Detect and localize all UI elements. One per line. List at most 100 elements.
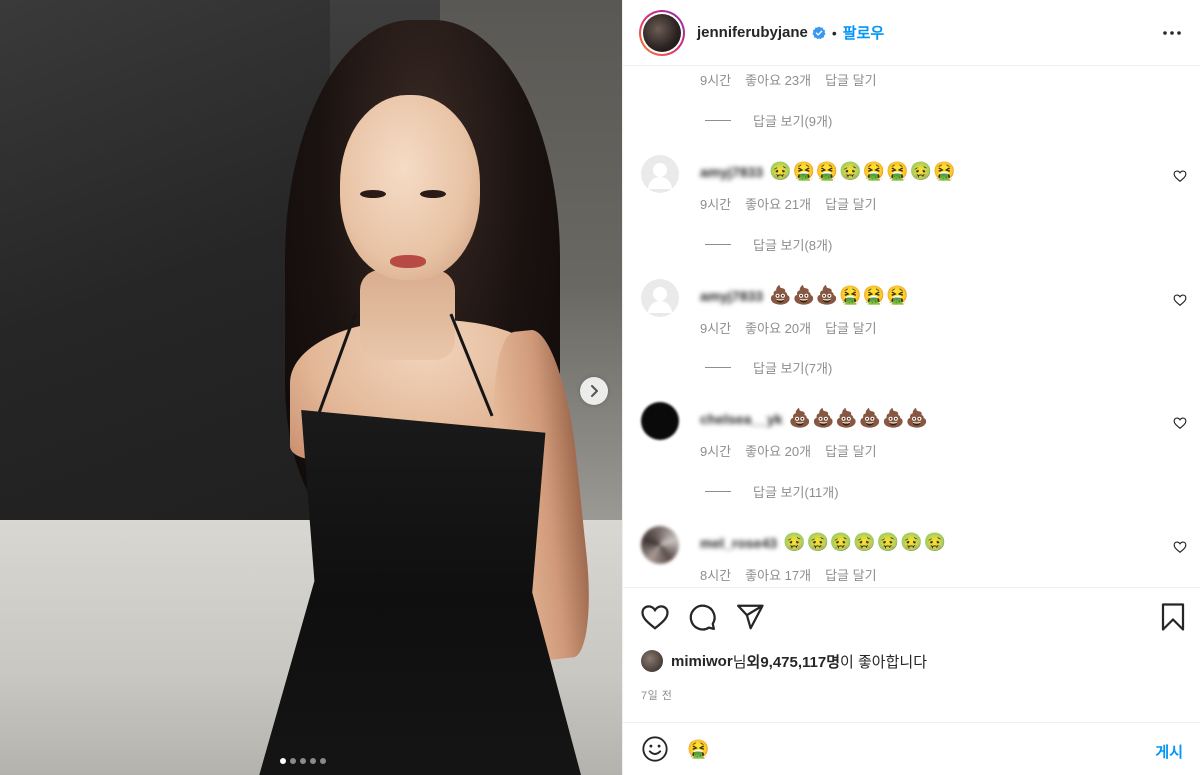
comment-like-heart-icon[interactable] — [1173, 416, 1187, 430]
comment-body: amyj7833 🤢🤮🤮🤢🤮🤮🤢🤮 — [700, 161, 956, 182]
comment-text: 🤢🤮🤮🤢🤮🤮🤢🤮 — [769, 161, 957, 181]
paper-plane-icon[interactable] — [735, 602, 765, 632]
commenter-avatar[interactable] — [641, 526, 679, 564]
more-options-button[interactable] — [1161, 22, 1183, 44]
comment-body: chelsea__yk 💩💩💩💩💩💩 — [700, 408, 929, 429]
commenter-username[interactable]: mel_rose43 — [700, 535, 777, 551]
more-horizontal-icon — [1163, 31, 1181, 35]
comment-like-heart-icon[interactable] — [1173, 169, 1187, 183]
commenter-avatar[interactable] — [641, 155, 679, 193]
comment-likes[interactable]: 좋아요 20개 — [745, 441, 811, 460]
view-replies-button[interactable]: 답글 보기(9개) — [705, 111, 832, 130]
comment-likes[interactable]: 좋아요 20개 — [745, 318, 811, 337]
photo-backdrop — [0, 0, 330, 560]
replies-line — [705, 120, 731, 121]
commenter-username[interactable]: amyj7833 — [700, 288, 763, 304]
comment-like-heart-icon[interactable] — [1173, 540, 1187, 554]
comment-input[interactable] — [687, 738, 1087, 760]
post-side-panel: jenniferubyjane • 팔로우 9시간 좋아요 23개 답글 달기 … — [622, 0, 1200, 775]
post-comment-button[interactable]: 게시 — [1155, 741, 1183, 762]
comment-meta: 9시간 좋아요 23개 답글 달기 — [700, 70, 877, 89]
photo-eye-left — [360, 190, 386, 198]
liker-avatar — [641, 650, 663, 672]
reply-button[interactable]: 답글 달기 — [825, 441, 876, 460]
add-comment-bar: 게시 — [623, 722, 1200, 775]
comment-time: 9시간 — [700, 197, 732, 212]
comment-likes[interactable]: 좋아요 23개 — [745, 70, 811, 89]
smiley-icon[interactable] — [641, 735, 669, 763]
comment-item: amyj7833 🤢🤮🤮🤢🤮🤮🤢🤮 — [641, 155, 1200, 195]
comments-list[interactable]: 9시간 좋아요 23개 답글 달기 답글 보기(9개) amyj7833 🤢🤮🤮… — [623, 66, 1200, 586]
comment-meta: 8시간 좋아요 17개 답글 달기 — [700, 565, 877, 584]
commenter-avatar[interactable] — [641, 279, 679, 317]
comment-text: 💩💩💩💩💩💩 — [788, 408, 930, 428]
likes-suffix-2: 이 좋아합니다 — [840, 653, 927, 671]
comment-item: amyj7833 💩💩💩🤮🤮🤮 — [641, 279, 1200, 319]
avatar-image — [643, 13, 681, 52]
reply-button[interactable]: 답글 달기 — [825, 70, 876, 89]
comment-like-heart-icon[interactable] — [1173, 293, 1187, 307]
post-photo[interactable] — [0, 0, 622, 775]
view-replies-button[interactable]: 답글 보기(8개) — [705, 235, 832, 254]
comment-likes[interactable]: 좋아요 21개 — [745, 194, 811, 213]
comment-item: mel_rose43 🤢🤢🤢🤢🤢🤢🤢 — [641, 526, 1200, 566]
replies-line — [705, 367, 731, 368]
view-replies-button[interactable]: 답글 보기(7개) — [705, 358, 832, 377]
verified-badge-icon — [812, 25, 826, 39]
carousel-dot — [310, 758, 316, 764]
author-avatar[interactable] — [639, 9, 685, 56]
commenter-avatar[interactable] — [641, 402, 679, 440]
comment-meta: 9시간 좋아요 20개 답글 달기 — [700, 441, 877, 460]
post-timestamp[interactable]: 7일 전 — [641, 687, 672, 703]
liker-username[interactable]: mimiwor — [671, 653, 733, 670]
view-replies-label: 답글 보기(11개) — [753, 485, 839, 500]
carousel-next-button[interactable] — [580, 377, 608, 405]
replies-line — [705, 491, 731, 492]
author-username[interactable]: jenniferubyjane — [697, 24, 808, 41]
reply-button[interactable]: 답글 달기 — [825, 194, 876, 213]
view-replies-label: 답글 보기(8개) — [753, 238, 833, 253]
comment-text: 💩💩💩🤮🤮🤮 — [769, 285, 910, 305]
comment-likes[interactable]: 좋아요 17개 — [745, 565, 811, 584]
carousel-dot — [290, 758, 296, 764]
comment-time: 9시간 — [700, 444, 732, 459]
carousel-dots — [280, 758, 326, 764]
likes-and-label: 외 — [746, 653, 761, 671]
carousel-dot — [300, 758, 306, 764]
comment-item: chelsea__yk 💩💩💩💩💩💩 — [641, 402, 1200, 442]
likes-summary[interactable]: mimiwor 님 외 9,475,117명 이 좋아합니다 — [641, 650, 927, 672]
reply-button[interactable]: 답글 달기 — [825, 565, 876, 584]
likes-suffix-1: 님 — [732, 653, 747, 671]
photo-eye-right — [420, 190, 446, 198]
view-replies-label: 답글 보기(9개) — [753, 114, 833, 129]
comment-time: 9시간 — [700, 73, 732, 88]
view-replies-button[interactable]: 답글 보기(11개) — [705, 482, 839, 501]
avatar-ring-inner — [641, 11, 683, 54]
photo-face — [340, 95, 480, 280]
replies-line — [705, 244, 731, 245]
view-replies-label: 답글 보기(7개) — [753, 361, 833, 376]
carousel-dot — [280, 758, 286, 764]
commenter-username[interactable]: chelsea__yk — [700, 411, 783, 427]
heart-icon[interactable] — [640, 602, 670, 632]
separator-dot: • — [831, 24, 837, 41]
photo-lips — [390, 255, 426, 268]
comment-meta: 9시간 좋아요 21개 답글 달기 — [700, 194, 877, 213]
reply-button[interactable]: 답글 달기 — [825, 318, 876, 337]
chevron-right-icon — [591, 385, 598, 397]
comment-time: 9시간 — [700, 321, 732, 336]
action-bar — [623, 587, 1200, 647]
photo-neck — [360, 270, 455, 360]
follow-button[interactable]: 팔로우 — [843, 22, 884, 43]
comment-time: 8시간 — [700, 568, 732, 583]
carousel-dot — [320, 758, 326, 764]
comment-meta: 9시간 좋아요 20개 답글 달기 — [700, 318, 877, 337]
bookmark-icon[interactable] — [1158, 602, 1188, 632]
comment-text: 🤢🤢🤢🤢🤢🤢🤢 — [783, 532, 947, 552]
comment-bubble-icon[interactable] — [687, 602, 717, 632]
commenter-username[interactable]: amyj7833 — [700, 164, 763, 180]
comment-body: amyj7833 💩💩💩🤮🤮🤮 — [700, 285, 910, 306]
likes-count[interactable]: 9,475,117명 — [760, 651, 840, 672]
post-header: jenniferubyjane • 팔로우 — [623, 0, 1200, 66]
comment-body: mel_rose43 🤢🤢🤢🤢🤢🤢🤢 — [700, 532, 947, 553]
